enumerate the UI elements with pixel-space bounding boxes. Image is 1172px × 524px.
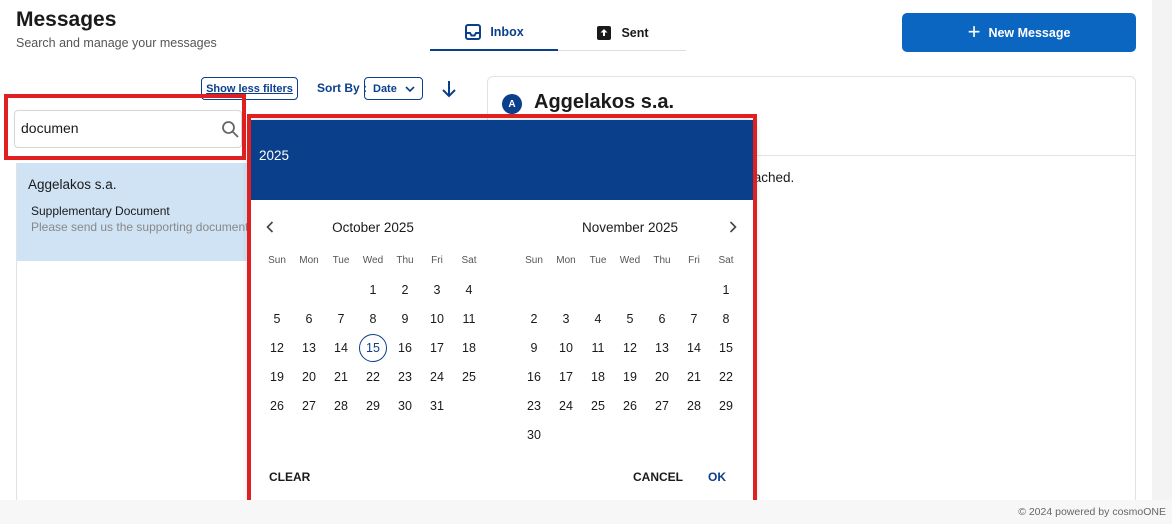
tab-sent[interactable]: Sent <box>558 14 686 51</box>
page-title: Messages <box>16 8 117 31</box>
footer: © 2024 powered by cosmoONE <box>0 500 1172 524</box>
list-item[interactable]: Aggelakos s.a. Supplementary Document Pl… <box>17 163 249 261</box>
message-tabs: Inbox Sent <box>430 14 686 51</box>
sort-by-label: Sort By : <box>317 81 368 95</box>
message-list: Aggelakos s.a. Supplementary Document Pl… <box>16 163 249 503</box>
search-highlight-box <box>4 94 246 160</box>
message-subject: Supplementary Document <box>31 204 170 218</box>
new-message-button[interactable]: + New Message <box>902 13 1136 52</box>
sent-icon <box>597 25 612 40</box>
message-preview: Please send us the supporting document a <box>31 220 249 234</box>
avatar: A <box>502 94 522 114</box>
tab-inbox-label: Inbox <box>490 24 524 39</box>
chevron-down-icon <box>405 85 415 92</box>
page-subtitle: Search and manage your messages <box>16 36 217 50</box>
sort-by-select[interactable]: Date <box>364 77 423 100</box>
detail-company-name: Aggelakos s.a. <box>534 91 675 113</box>
tab-sent-label: Sent <box>621 25 649 40</box>
message-company: Aggelakos s.a. <box>28 177 117 192</box>
inbox-icon <box>465 23 482 40</box>
footer-text: © 2024 powered by cosmoONE <box>1018 506 1166 518</box>
messages-page: Messages Search and manage your messages… <box>0 0 1172 524</box>
plus-icon: + <box>967 18 981 44</box>
tab-inbox[interactable]: Inbox <box>430 14 558 51</box>
sort-by-value: Date <box>373 82 397 95</box>
new-message-label: New Message <box>988 25 1071 40</box>
date-picker-highlight-box <box>247 114 757 512</box>
sort-direction-arrow-icon[interactable] <box>440 78 458 100</box>
page-scrollbar[interactable] <box>1152 0 1172 500</box>
